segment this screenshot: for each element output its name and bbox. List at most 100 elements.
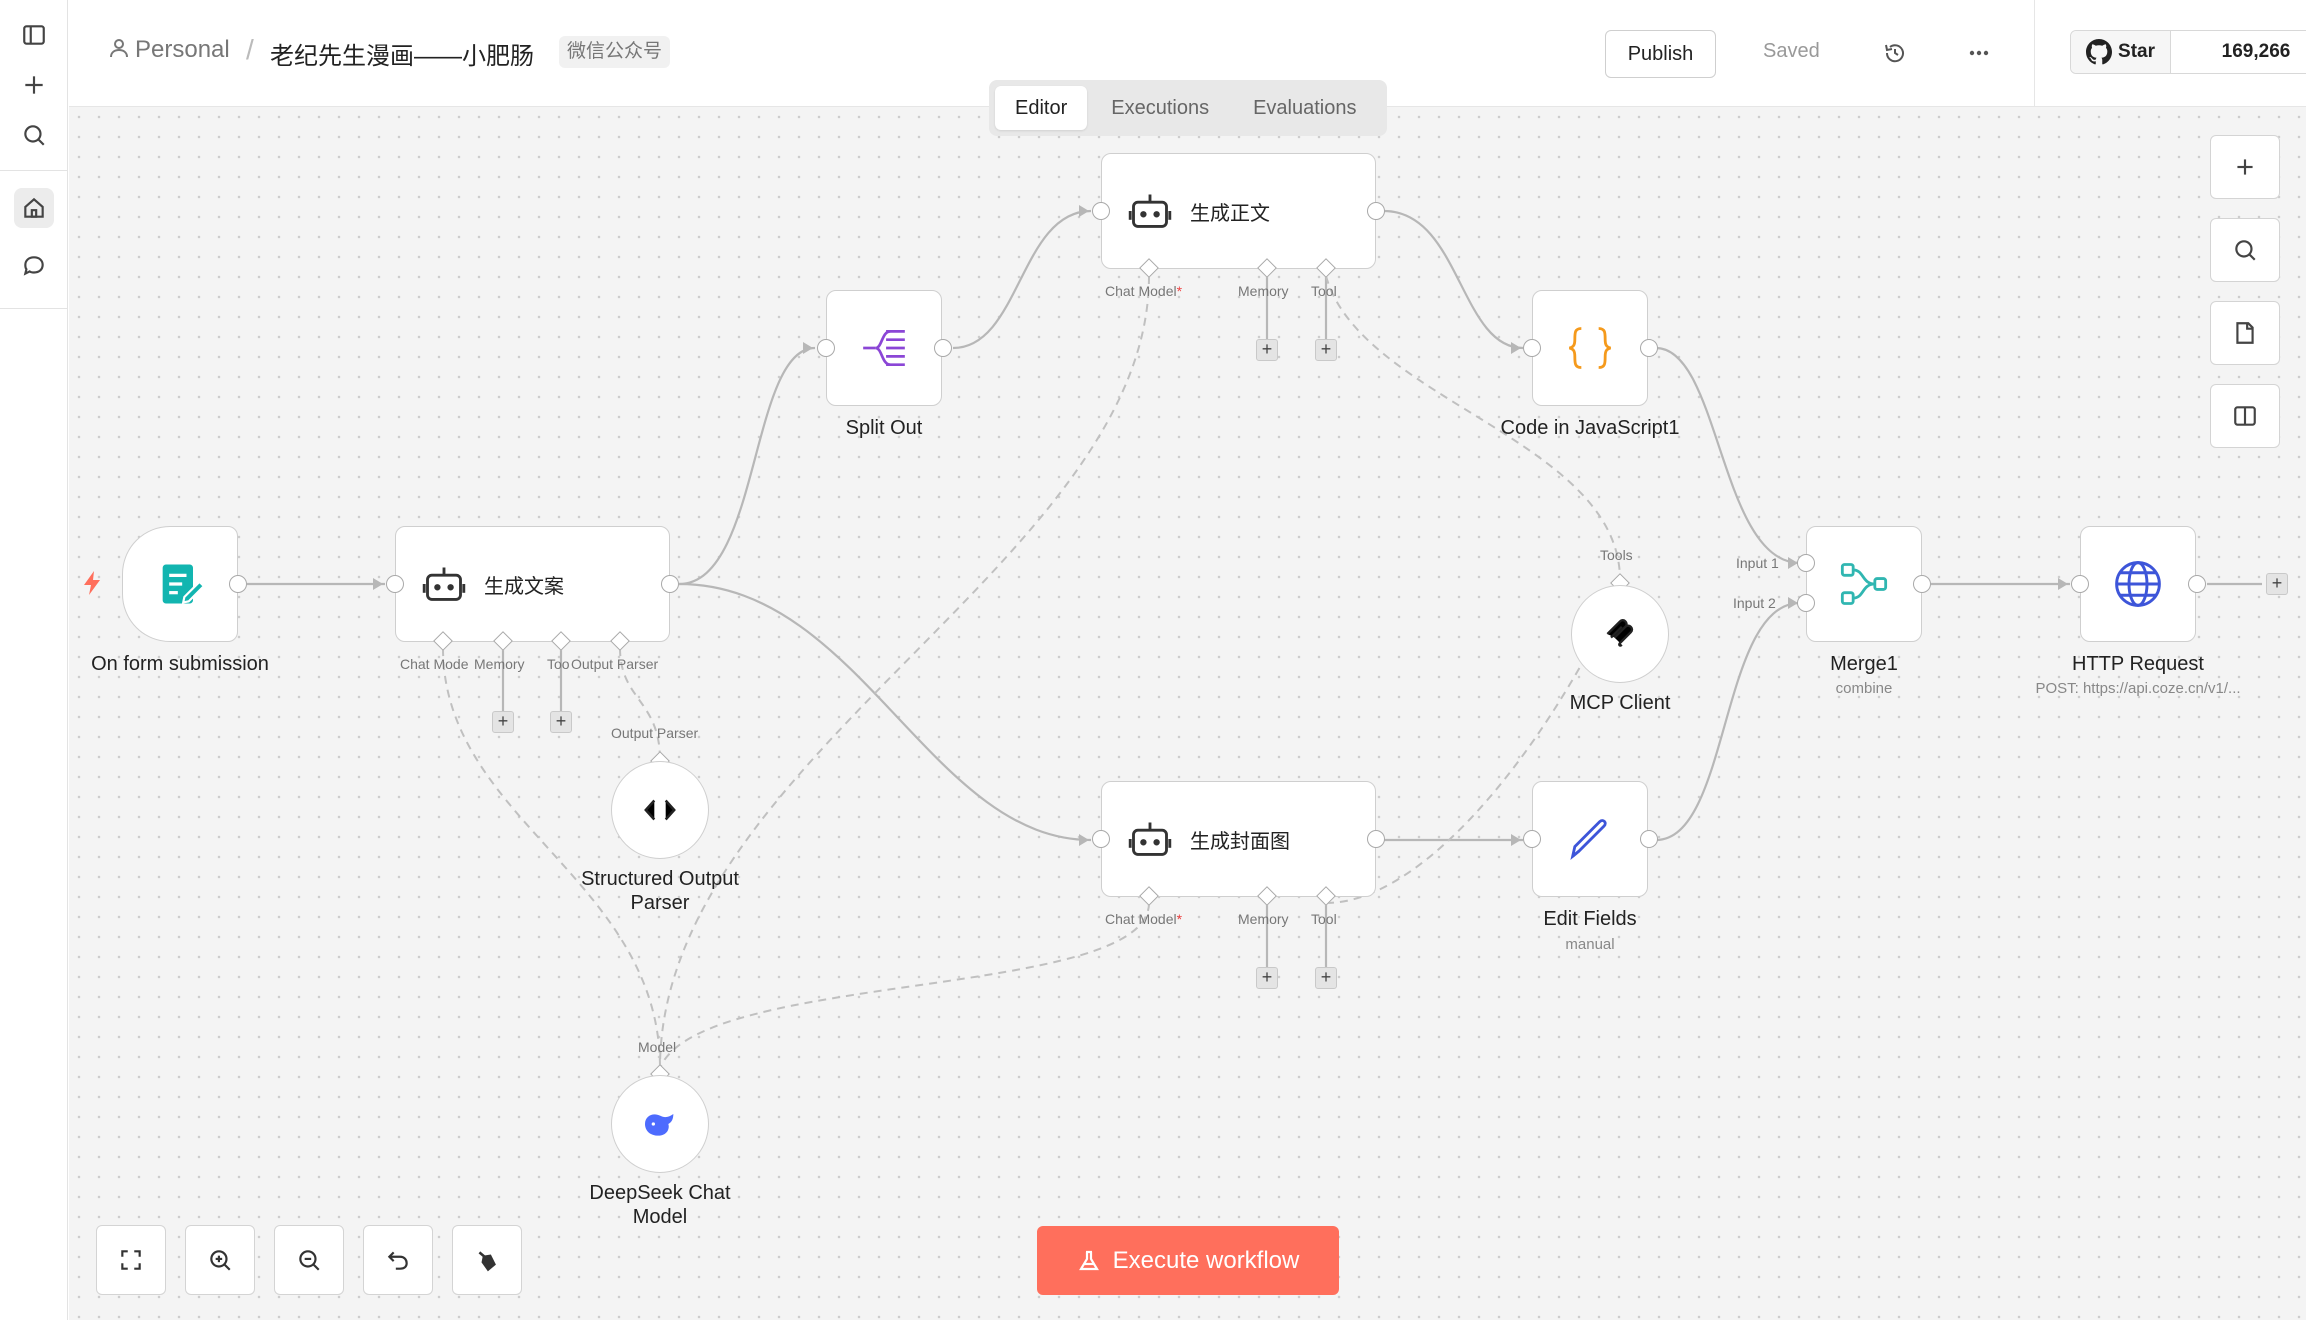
- node-output-parser[interactable]: [611, 761, 709, 859]
- input-handle[interactable]: [817, 339, 835, 357]
- node-code-js[interactable]: [1532, 290, 1648, 406]
- deepseek-whale-icon: [645, 1114, 674, 1136]
- node-mcp-client[interactable]: [1571, 585, 1669, 683]
- port-label-chat-model: Chat Model*: [1105, 283, 1183, 299]
- history-icon[interactable]: [1880, 38, 1910, 68]
- input-handle[interactable]: [1092, 202, 1110, 220]
- output-handle[interactable]: [1367, 830, 1385, 848]
- zoom-in-button[interactable]: [185, 1225, 255, 1295]
- output-handle[interactable]: [229, 575, 247, 593]
- sidebar-divider: [0, 308, 68, 309]
- node-label-deepseek: DeepSeek Chat Model: [550, 1181, 770, 1229]
- node-label-split-out: Split Out: [845, 417, 923, 439]
- node-form-trigger[interactable]: [122, 526, 238, 642]
- node-label-mcp-client: MCP Client: [1569, 692, 1671, 714]
- robot-icon: [422, 567, 466, 601]
- input-handle[interactable]: [2071, 575, 2089, 593]
- node-http-request[interactable]: [2080, 526, 2196, 642]
- add-tool-button[interactable]: +: [550, 711, 572, 733]
- zoom-out-button[interactable]: [274, 1225, 344, 1295]
- workflow-title[interactable]: 老纪先生漫画——小肥肠: [270, 36, 534, 71]
- output-handle[interactable]: [1913, 575, 1931, 593]
- add-icon[interactable]: [14, 65, 54, 105]
- robot-icon: [1128, 194, 1172, 228]
- node-sub-merge: combine: [1835, 680, 1893, 697]
- input-handle[interactable]: [1523, 830, 1541, 848]
- home-icon[interactable]: [14, 188, 54, 228]
- undo-button[interactable]: [363, 1225, 433, 1295]
- port-label-memory: Memory: [1238, 283, 1289, 299]
- left-sidebar: [0, 0, 68, 1320]
- input-handle[interactable]: [1092, 830, 1110, 848]
- search-icon[interactable]: [14, 115, 54, 155]
- github-star-widget[interactable]: Star 169,266: [2070, 30, 2306, 74]
- code-brackets-icon: [644, 799, 676, 821]
- github-star-count[interactable]: 169,266: [2171, 31, 2306, 73]
- chat-icon[interactable]: [14, 246, 54, 286]
- add-tool-button[interactable]: +: [1315, 339, 1337, 361]
- workflow-tag[interactable]: 微信公众号: [559, 36, 671, 68]
- person-icon: [107, 36, 135, 64]
- node-deepseek[interactable]: [611, 1075, 709, 1173]
- node-edit-fields[interactable]: [1532, 781, 1648, 897]
- toggle-panel-button[interactable]: [2210, 384, 2280, 448]
- node-agent-cover[interactable]: 生成封面图: [1101, 781, 1376, 897]
- add-memory-button[interactable]: +: [492, 711, 514, 733]
- sidebar-divider: [0, 170, 68, 171]
- execute-workflow-button[interactable]: Execute workflow: [1037, 1226, 1339, 1295]
- breadcrumb-separator: /: [246, 34, 254, 65]
- search-nodes-button[interactable]: [2210, 218, 2280, 282]
- node-label-code-js: Code in JavaScript1: [1500, 417, 1680, 439]
- port-label-memory: Memory: [474, 656, 525, 672]
- node-agent-body[interactable]: 生成正文: [1101, 153, 1376, 269]
- broom-icon: [478, 1251, 496, 1272]
- port-label-tool: Tool: [1311, 283, 1337, 299]
- zoom-out-icon: [299, 1250, 320, 1271]
- sticky-note-button[interactable]: [2210, 301, 2280, 365]
- toggle-sidebar-icon[interactable]: [14, 15, 54, 55]
- input-2-handle[interactable]: [1797, 594, 1815, 612]
- robot-icon: [1128, 822, 1172, 856]
- output-handle[interactable]: [1640, 830, 1658, 848]
- tab-evaluations[interactable]: Evaluations: [1233, 86, 1376, 130]
- port-label-tool: Too: [547, 656, 570, 672]
- output-handle[interactable]: [1640, 339, 1658, 357]
- add-memory-button[interactable]: +: [1256, 967, 1278, 989]
- agent-title: 生成正文: [1190, 202, 1270, 225]
- saved-status: Saved: [1763, 40, 1820, 62]
- node-agent-copy[interactable]: 生成文案: [395, 526, 670, 642]
- publish-button[interactable]: Publish: [1605, 30, 1716, 78]
- workflow-canvas[interactable]: [69, 107, 2306, 1320]
- add-memory-button[interactable]: +: [1256, 339, 1278, 361]
- output-handle[interactable]: [934, 339, 952, 357]
- output-handle[interactable]: [2188, 575, 2206, 593]
- trigger-bolt-icon: [84, 571, 100, 595]
- output-handle[interactable]: [1367, 202, 1385, 220]
- add-node-button[interactable]: [2210, 135, 2280, 199]
- github-star-button[interactable]: Star: [2071, 31, 2171, 73]
- more-options-icon[interactable]: [1964, 38, 1994, 68]
- tab-executions[interactable]: Executions: [1091, 86, 1229, 130]
- input-handle[interactable]: [386, 575, 404, 593]
- port-label-output-parser: Output Parser: [611, 725, 699, 741]
- node-label-parser: Structured Output Parser: [550, 867, 770, 915]
- node-label-form-trigger: On form submission: [91, 653, 269, 675]
- output-handle[interactable]: [661, 575, 679, 593]
- input-handle[interactable]: [1523, 339, 1541, 357]
- form-icon: [162, 564, 206, 604]
- port-label-output-parser: Output Parser: [571, 656, 659, 672]
- node-label-deepseek-line2: Model: [632, 1206, 688, 1228]
- add-next-node-button[interactable]: +: [2266, 573, 2288, 595]
- node-merge[interactable]: [1806, 526, 1922, 642]
- view-tabs: Editor Executions Evaluations: [989, 80, 1387, 136]
- input-1-handle[interactable]: [1797, 554, 1815, 572]
- fit-view-button[interactable]: [96, 1225, 166, 1295]
- split-icon: [863, 329, 905, 367]
- breadcrumb-project[interactable]: Personal: [135, 36, 230, 64]
- node-split-out[interactable]: [826, 290, 942, 406]
- braces-icon: [1569, 327, 1611, 369]
- tab-editor[interactable]: Editor: [995, 86, 1088, 130]
- port-label-memory: Memory: [1238, 911, 1289, 927]
- add-tool-button[interactable]: +: [1315, 967, 1337, 989]
- tidy-up-button[interactable]: [452, 1225, 522, 1295]
